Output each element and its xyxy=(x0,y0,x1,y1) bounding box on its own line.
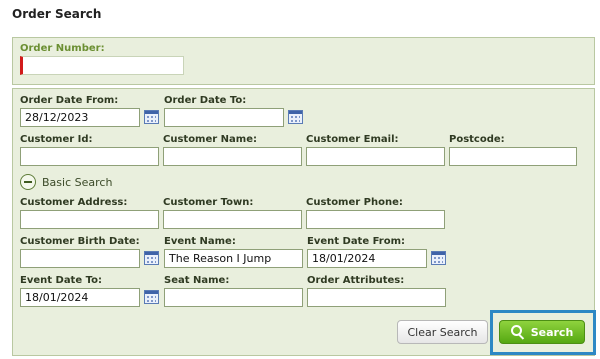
customer-town-label: Customer Town: xyxy=(163,197,254,208)
order-date-to-label: Order Date To: xyxy=(164,95,247,106)
order-date-from-label: Order Date From: xyxy=(20,95,119,106)
calendar-icon[interactable] xyxy=(144,290,159,304)
customer-email-label: Customer Email: xyxy=(306,134,399,145)
event-name-label: Event Name: xyxy=(164,236,236,247)
collapse-minus-icon[interactable] xyxy=(20,174,36,190)
search-button-label: Search xyxy=(530,325,574,339)
event-name-input[interactable]: The Reason I Jump xyxy=(164,249,303,268)
seat-name-label: Seat Name: xyxy=(164,275,230,286)
order-attributes-label: Order Attributes: xyxy=(307,275,405,286)
postcode-label: Postcode: xyxy=(449,134,505,145)
clear-search-button[interactable]: Clear Search xyxy=(397,320,488,344)
basic-search-toggle-label[interactable]: Basic Search xyxy=(42,176,112,189)
postcode-input[interactable] xyxy=(449,147,577,166)
search-button[interactable]: Search xyxy=(499,320,585,344)
calendar-icon[interactable] xyxy=(144,110,159,124)
seat-name-input[interactable] xyxy=(164,288,303,307)
customer-birth-date-label: Customer Birth Date: xyxy=(20,236,140,247)
customer-birth-date-input[interactable] xyxy=(20,249,140,268)
order-attributes-input[interactable] xyxy=(307,288,446,307)
order-date-from-input[interactable]: 28/12/2023 xyxy=(20,108,140,127)
customer-name-input[interactable] xyxy=(163,147,302,166)
event-date-from-label: Event Date From: xyxy=(307,236,406,247)
customer-name-label: Customer Name: xyxy=(163,134,257,145)
page-title: Order Search xyxy=(12,7,102,21)
event-date-to-label: Event Date To: xyxy=(20,275,102,286)
calendar-icon[interactable] xyxy=(431,251,446,265)
event-date-from-input[interactable]: 18/01/2024 xyxy=(307,249,427,268)
customer-phone-input[interactable] xyxy=(306,210,445,229)
order-number-input[interactable] xyxy=(20,56,184,75)
customer-address-label: Customer Address: xyxy=(20,197,128,208)
order-number-label: Order Number: xyxy=(20,43,105,54)
customer-email-input[interactable] xyxy=(306,147,445,166)
customer-id-input[interactable] xyxy=(20,147,159,166)
customer-town-input[interactable] xyxy=(163,210,302,229)
customer-id-label: Customer Id: xyxy=(20,134,93,145)
calendar-icon[interactable] xyxy=(144,251,159,265)
customer-phone-label: Customer Phone: xyxy=(306,197,403,208)
order-date-to-input[interactable] xyxy=(164,108,284,127)
search-icon xyxy=(510,325,525,339)
customer-address-input[interactable] xyxy=(20,210,159,229)
event-date-to-input[interactable]: 18/01/2024 xyxy=(20,288,140,307)
calendar-icon[interactable] xyxy=(288,110,303,124)
